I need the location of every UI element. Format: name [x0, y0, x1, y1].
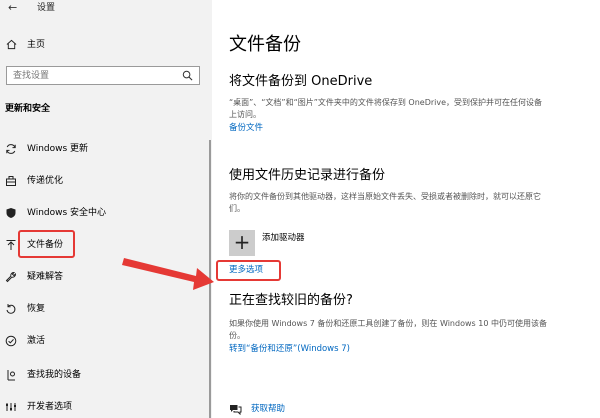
more-options-link[interactable]: 更多选项	[229, 264, 263, 276]
sync-icon	[6, 144, 16, 154]
get-help-link[interactable]: 获取帮助	[251, 403, 285, 415]
shield-icon	[6, 208, 16, 218]
sidebar-item-label: 恢复	[27, 304, 46, 314]
sidebar-item-troubleshoot[interactable]: 疑难解答	[0, 267, 212, 287]
sidebar-item-label: 疑难解答	[27, 272, 64, 282]
file-history-description: 将你的文件备份到其他驱动器，这样当原始文件丢失、受损或者被删除时，就可以还原它们…	[229, 192, 541, 213]
sidebar-item-label: Windows 更新	[27, 144, 89, 154]
sidebar-item-label: 查找我的设备	[27, 370, 82, 380]
title-bar: ← 设置	[0, 0, 212, 16]
backup-files-link[interactable]: 备份文件	[229, 122, 263, 134]
older-backup-heading: 正在查找较旧的备份?	[229, 293, 353, 308]
search-input[interactable]	[7, 67, 177, 84]
developer-options-icon	[6, 403, 16, 411]
delivery-optimization-icon	[6, 176, 16, 186]
file-history-heading: 使用文件历史记录进行备份	[229, 168, 386, 183]
sidebar-item-delivery-optimization[interactable]: 传递优化	[0, 171, 212, 191]
add-drive-label[interactable]: 添加驱动器	[262, 232, 305, 244]
sidebar-item-label: 开发者选项	[27, 402, 73, 412]
sidebar-item-label: 主页	[27, 40, 46, 50]
section-title: 更新和安全	[5, 104, 51, 114]
wrench-icon	[5, 272, 16, 283]
add-drive-button[interactable]: +	[229, 230, 255, 256]
main-content: 文件备份 将文件备份到 OneDrive “桌面”、“文档”和“图片”文件夹中的…	[212, 0, 600, 418]
activation-check-icon	[5, 335, 17, 347]
backup-restore-win7-link[interactable]: 转到“备份和还原”(Windows 7)	[229, 343, 350, 355]
older-backup-description: 如果你使用 Windows 7 备份和还原工具创建了备份，则在 Windows …	[229, 319, 547, 340]
settings-sidebar: ← 设置 主页 更新和安全 Windows 更新 传递优化	[0, 0, 212, 418]
search-icon[interactable]	[182, 70, 193, 81]
onedrive-description: “桌面”、“文档”和“图片”文件夹中的文件将保存到 OneDrive，受到保护并…	[229, 98, 543, 119]
onedrive-heading: 将文件备份到 OneDrive	[229, 74, 373, 89]
backup-arrow-icon	[6, 240, 16, 250]
sidebar-item-label: 传递优化	[27, 176, 64, 186]
recovery-icon	[6, 304, 16, 314]
find-device-icon	[7, 370, 15, 381]
sidebar-item-developer-options[interactable]: 开发者选项	[0, 397, 212, 417]
sidebar-item-recovery[interactable]: 恢复	[0, 299, 212, 319]
sidebar-item-windows-security[interactable]: Windows 安全中心	[0, 203, 212, 223]
sidebar-item-label: 激活	[27, 336, 46, 346]
sidebar-item-home[interactable]: 主页	[0, 36, 212, 54]
chat-help-icon	[230, 405, 242, 415]
highlight-box-file-backup	[18, 230, 75, 258]
sidebar-item-activation[interactable]: 激活	[0, 331, 212, 351]
sidebar-item-label: Windows 安全中心	[27, 208, 107, 218]
app-title: 设置	[37, 3, 56, 13]
home-icon	[6, 39, 17, 50]
sidebar-item-find-my-device[interactable]: 查找我的设备	[0, 365, 212, 385]
sidebar-scrollbar[interactable]	[209, 140, 211, 418]
search-box[interactable]	[6, 66, 200, 85]
plus-icon: +	[233, 230, 251, 254]
page-title: 文件备份	[229, 34, 301, 55]
sidebar-item-windows-update[interactable]: Windows 更新	[0, 139, 212, 159]
back-arrow-icon[interactable]: ←	[8, 2, 17, 14]
